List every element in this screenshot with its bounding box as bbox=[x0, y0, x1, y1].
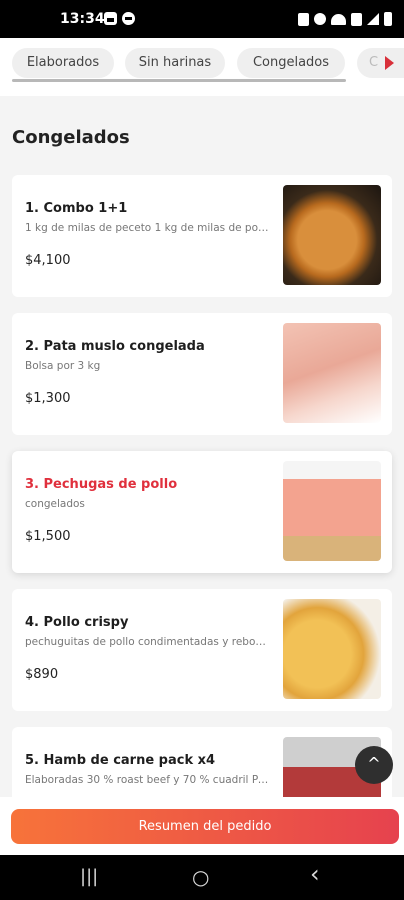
tab-partial[interactable]: C bbox=[357, 48, 404, 78]
product-name: 1. Combo 1+1 bbox=[25, 201, 128, 216]
tab-congelados[interactable]: Congelados bbox=[237, 48, 345, 78]
status-bar: 13:34 bbox=[0, 0, 404, 38]
scroll-right-arrow-icon[interactable] bbox=[385, 56, 394, 70]
product-description: Elaboradas 30 % roast beef y 70 % cuadri… bbox=[25, 774, 270, 786]
product-card[interactable]: 4. Pollo crispy pechuguitas de pollo con… bbox=[12, 589, 392, 711]
product-name: 4. Pollo crispy bbox=[25, 615, 129, 630]
product-description: Bolsa por 3 kg bbox=[25, 360, 101, 372]
product-card[interactable]: 2. Pata muslo congelada Bolsa por 3 kg $… bbox=[12, 313, 392, 435]
nfc-icon bbox=[351, 12, 362, 26]
app-notification-icon bbox=[122, 12, 135, 25]
system-nav-bar: ||| ○ ‹ bbox=[0, 855, 404, 900]
clock: 13:34 bbox=[60, 11, 105, 27]
product-card[interactable]: 1. Combo 1+1 1 kg de milas de peceto 1 k… bbox=[12, 175, 392, 297]
product-price: $1,300 bbox=[25, 391, 71, 406]
product-card-selected[interactable]: 3. Pechugas de pollo congelados $1,500 bbox=[12, 451, 392, 573]
location-icon bbox=[314, 13, 326, 25]
crispy-chicken-photo bbox=[283, 599, 381, 699]
tabs-scrollbar bbox=[12, 79, 346, 82]
section-title: Congelados bbox=[12, 127, 130, 148]
product-price: $1,500 bbox=[25, 529, 71, 544]
tab-sin-harinas[interactable]: Sin harinas bbox=[125, 48, 225, 78]
product-description: 1 kg de milas de peceto 1 kg de milas de… bbox=[25, 222, 270, 234]
chicken-leg-photo bbox=[283, 323, 381, 423]
system-icons bbox=[298, 12, 392, 26]
product-name: 2. Pata muslo congelada bbox=[25, 339, 205, 354]
product-description: congelados bbox=[25, 498, 85, 510]
recent-apps-icon[interactable]: ||| bbox=[80, 866, 98, 888]
category-tabs: Elaborados Sin harinas Congelados C bbox=[0, 38, 404, 96]
scroll-to-top-button[interactable]: ^ bbox=[355, 746, 393, 784]
battery-icon bbox=[384, 12, 392, 26]
home-icon[interactable]: ○ bbox=[192, 866, 209, 888]
back-icon[interactable]: ‹ bbox=[310, 862, 320, 886]
chevron-up-icon: ^ bbox=[367, 754, 381, 773]
notification-icons bbox=[104, 12, 135, 25]
breaded-milanesa-photo bbox=[283, 185, 381, 285]
gallery-notification-icon bbox=[104, 12, 117, 25]
product-price: $890 bbox=[25, 667, 59, 682]
bottom-action-bar: Resumen del pedido bbox=[0, 797, 404, 855]
order-summary-button[interactable]: Resumen del pedido bbox=[11, 809, 399, 844]
wifi-icon bbox=[331, 13, 346, 25]
tab-elaborados[interactable]: Elaborados bbox=[12, 48, 114, 78]
alarm-icon bbox=[298, 12, 309, 26]
chicken-breast-photo bbox=[283, 461, 381, 561]
signal-icon bbox=[367, 13, 379, 25]
product-price: $4,100 bbox=[25, 253, 71, 268]
product-description: pechuguitas de pollo condimentadas y reb… bbox=[25, 636, 270, 648]
product-name: 3. Pechugas de pollo bbox=[25, 477, 178, 492]
product-name: 5. Hamb de carne pack x4 bbox=[25, 753, 216, 768]
